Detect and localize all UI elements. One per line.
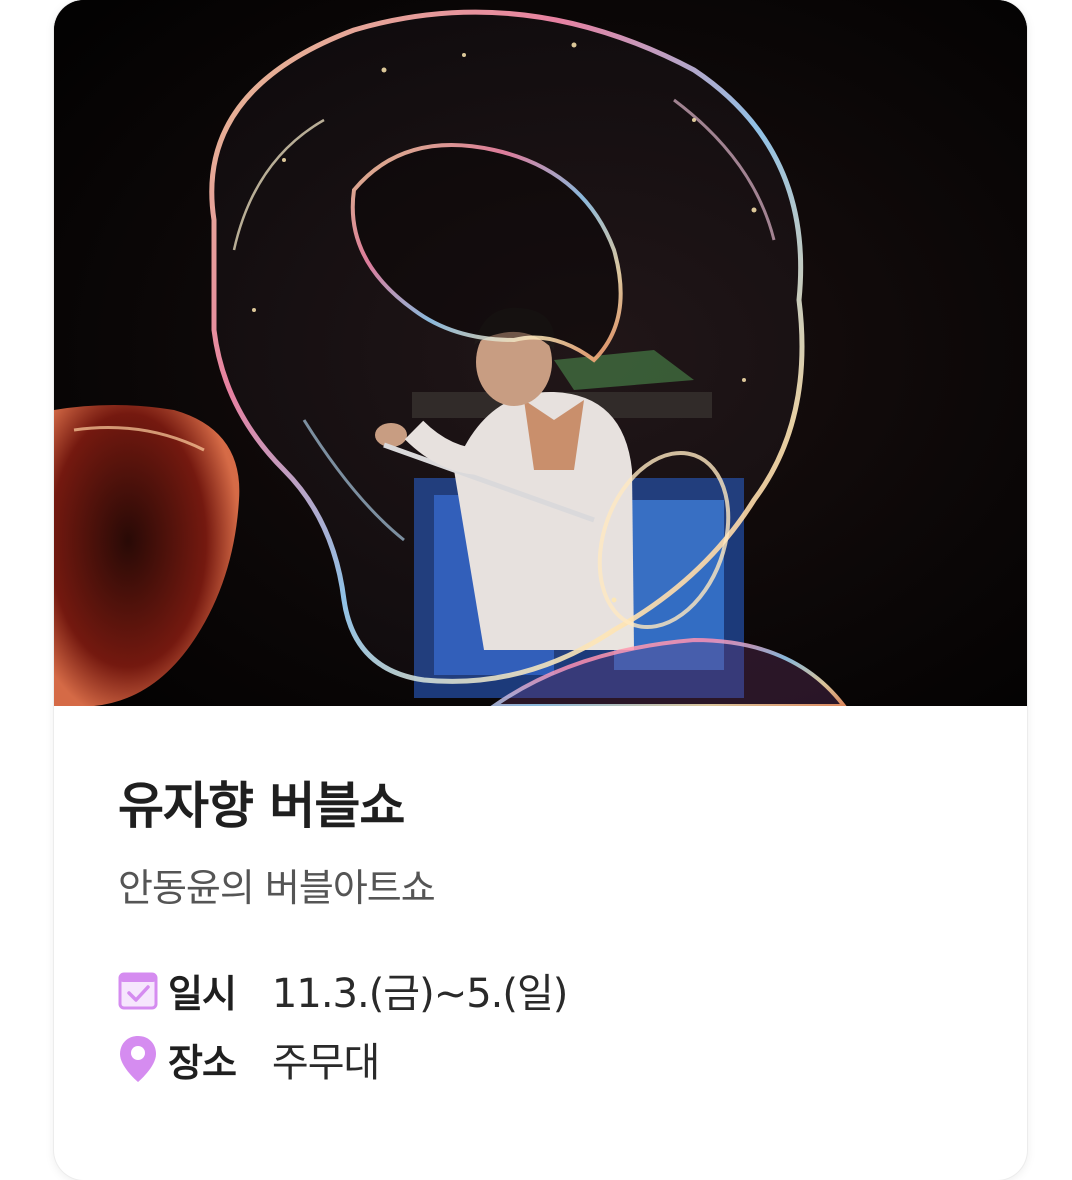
event-date-value: 11.3.(금)~5.(일): [271, 971, 568, 1017]
bubble-show-illustration: [54, 0, 1027, 706]
location-pin-icon: [116, 1034, 160, 1084]
event-date-row: 일시 11.3.(금)~5.(일): [116, 962, 568, 1018]
event-subtitle: 안동윤의 버블아트쇼: [118, 866, 436, 910]
event-place-row: 장소 주무대: [116, 1031, 380, 1087]
event-place-label: 장소: [168, 1040, 237, 1085]
event-date-label: 일시: [168, 971, 237, 1016]
event-photo: [54, 0, 1027, 706]
event-title: 유자향 버블쇼: [118, 777, 405, 835]
event-place-value: 주무대: [271, 1040, 380, 1086]
calendar-check-icon: [116, 965, 160, 1015]
event-card[interactable]: 유자향 버블쇼 안동윤의 버블아트쇼 일시 11.3.(금)~5.(일) 장소: [54, 0, 1027, 1180]
event-details: 유자향 버블쇼 안동윤의 버블아트쇼 일시 11.3.(금)~5.(일) 장소: [54, 706, 1027, 1180]
